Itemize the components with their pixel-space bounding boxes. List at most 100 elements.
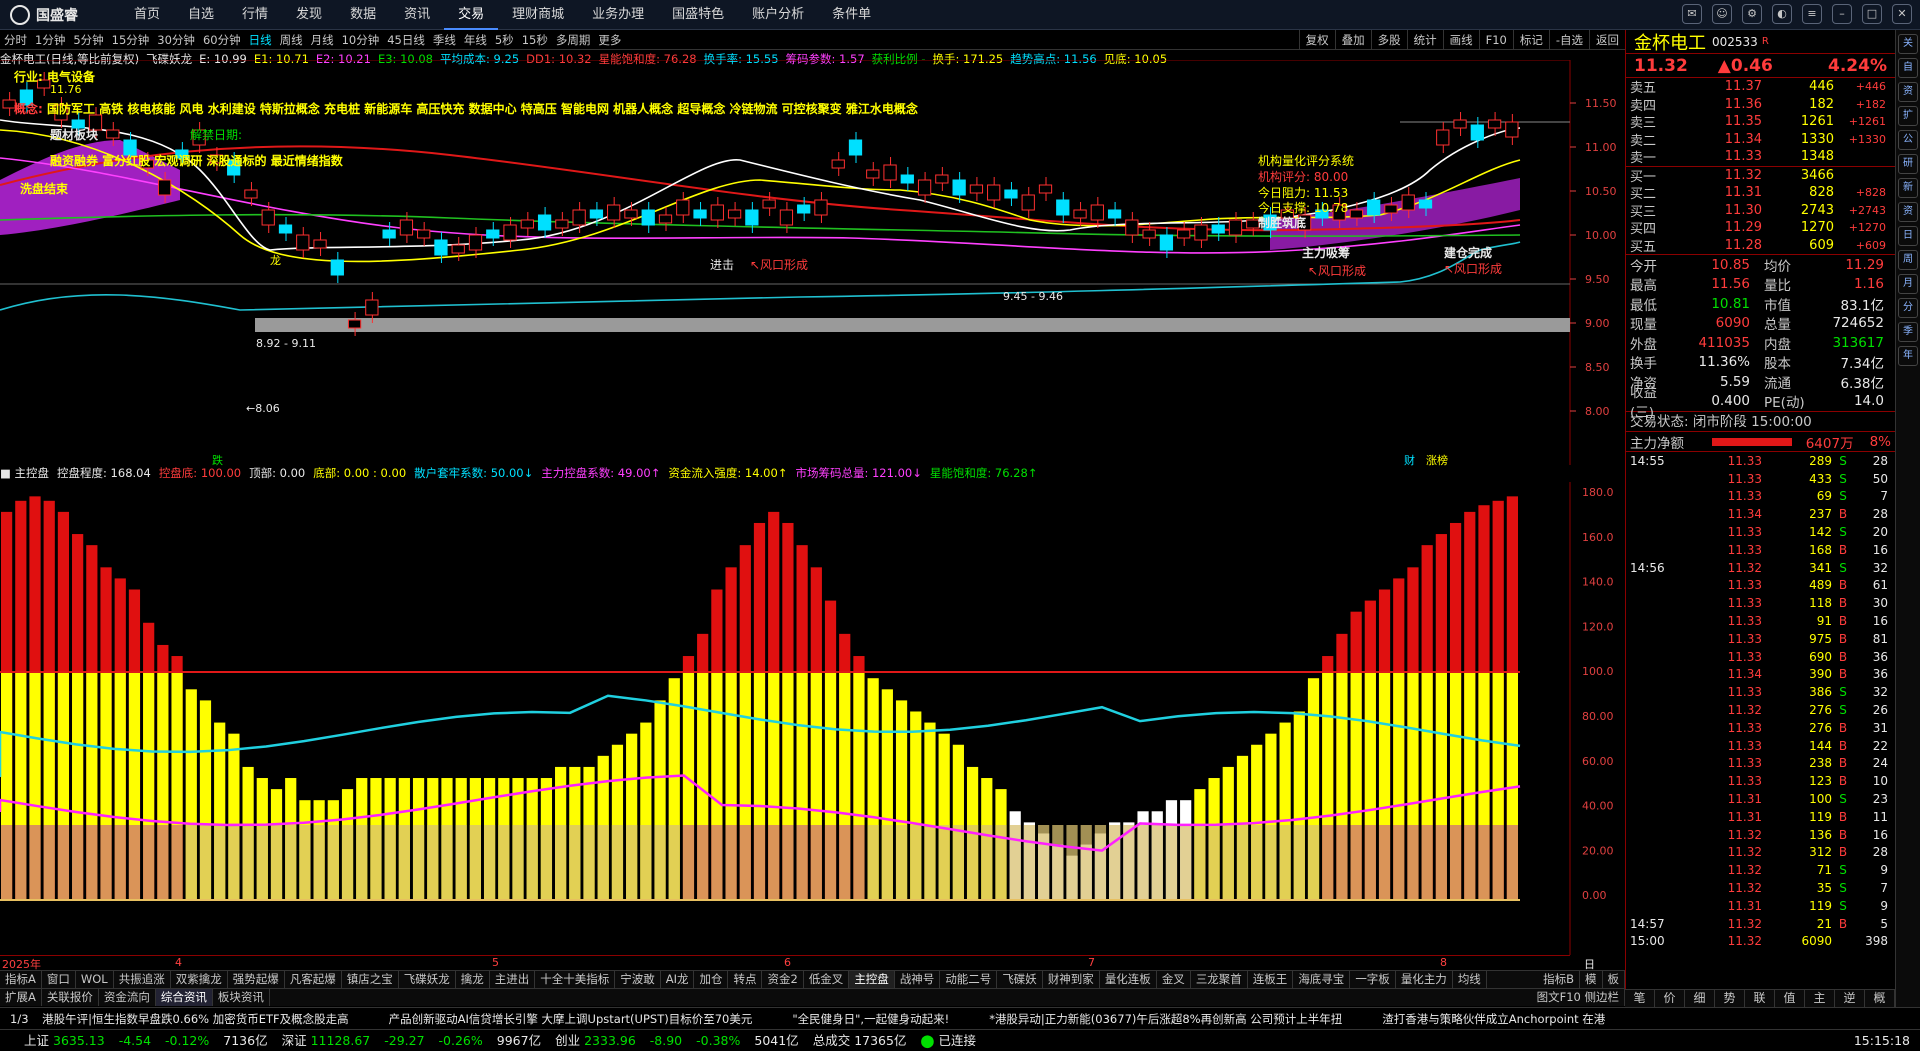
indicator-tab[interactable]: 主进出 [490, 971, 536, 988]
detail-tab[interactable]: 主 [1805, 990, 1835, 1007]
period-tab[interactable]: 30分钟 [153, 32, 199, 48]
info-tab[interactable]: 扩展A [0, 989, 42, 1006]
indicator-tab[interactable]: 量化连板 [1100, 971, 1157, 988]
sz-index[interactable]: 深证 11128.67 [282, 1030, 371, 1050]
period-tab[interactable]: 10分钟 [338, 32, 384, 48]
chart-tool-button[interactable]: 返回 [1589, 30, 1625, 50]
sidebar-5-icon[interactable]: 研 [1898, 154, 1918, 174]
chart-tool-button[interactable]: 统计 [1406, 30, 1443, 50]
chart-tool-button[interactable]: 叠加 [1334, 30, 1371, 50]
indicator-tab-right[interactable]: 模 [1580, 971, 1603, 988]
chart-tool-button[interactable]: 复权 [1298, 30, 1335, 50]
period-tab[interactable]: 5秒 [491, 32, 518, 48]
menu-item[interactable]: 理财商城 [498, 0, 578, 30]
detail-tab[interactable]: 逆 [1835, 990, 1865, 1007]
chart-tool-button[interactable]: 多股 [1370, 30, 1407, 50]
ticker-item[interactable]: 港股午评|恒生指数早盘跌0.66% 加密货币ETF及概念股走高 [42, 1012, 348, 1026]
sidebar-6-icon[interactable]: 新 [1898, 178, 1918, 198]
menu-item[interactable]: 行情 [228, 0, 282, 30]
menu-item[interactable]: 自选 [174, 0, 228, 30]
sidebar-9-icon[interactable]: 周 [1898, 250, 1918, 270]
maximize-icon[interactable]: □ [1862, 4, 1882, 24]
info-tab[interactable]: 综合资讯 [155, 989, 213, 1006]
indicator-tab[interactable]: 飞碟妖 [997, 971, 1043, 988]
period-tab[interactable]: 季线 [429, 32, 460, 48]
indicator-tab[interactable]: 一字板 [1350, 971, 1396, 988]
settings-icon[interactable]: ⚙ [1742, 4, 1762, 24]
indicator-tab[interactable]: 资金2 [762, 971, 804, 988]
indicator-tab[interactable]: 镇店之宝 [342, 971, 399, 988]
indicator-tab[interactable]: WOL [76, 971, 114, 988]
indicator-tab[interactable]: 擒龙 [456, 971, 490, 988]
indicator-tab[interactable]: 凡客起爆 [285, 971, 342, 988]
info-tab[interactable]: 关联报价 [42, 989, 99, 1006]
indicator-tab[interactable]: 加仓 [694, 971, 729, 988]
indicator-tab[interactable]: 双紫擒龙 [171, 971, 228, 988]
indicator-tab[interactable]: 低金叉 [804, 971, 850, 988]
info-tab[interactable]: 板块资讯 [213, 989, 270, 1006]
period-tab[interactable]: 15秒 [518, 32, 552, 48]
indicator-tab[interactable]: 动能二号 [940, 971, 998, 988]
sidebar-13-icon[interactable]: 年 [1898, 346, 1918, 366]
indicator-tab[interactable]: 海底寻宝 [1293, 971, 1351, 988]
sidebar-0-icon[interactable]: 关 [1898, 34, 1918, 54]
indicator-tab[interactable]: 转点 [728, 971, 763, 988]
indicator-tab-right[interactable]: 板 [1603, 971, 1625, 988]
chart-tool-button[interactable]: 画线 [1442, 30, 1479, 50]
menu-item[interactable]: 资讯 [390, 0, 444, 30]
user-icon[interactable]: ☺ [1712, 4, 1732, 24]
detail-tab[interactable]: 价 [1655, 990, 1685, 1007]
control-indicator-chart[interactable]: 180.0 160.0 140.0 120.0 100.0 80.00 60.00 40.00… [0, 482, 1625, 955]
sidebar-8-icon[interactable]: 日 [1898, 226, 1918, 246]
indicator-tab[interactable]: 金叉 [1157, 971, 1191, 988]
ticker-item[interactable]: 产品创新驱动AI信贷增长引擎 大摩上调Upstart(UPST)目标价至70美元 [389, 1012, 753, 1026]
sidebar-4-icon[interactable]: 公 [1898, 130, 1918, 150]
menu-item[interactable]: 数据 [336, 0, 390, 30]
period-tab[interactable]: 15分钟 [108, 32, 154, 48]
indicator-tab[interactable]: 财神到家 [1043, 971, 1100, 988]
ticker-item[interactable]: *港股异动|正力新能(03677)午后涨超8%再创新高 公司预计上半年扭 [989, 1012, 1342, 1026]
side-toggle[interactable]: 图文F10 侧边栏 [1532, 989, 1625, 1006]
detail-tab[interactable]: 细 [1685, 990, 1715, 1007]
indicator-tab[interactable]: 三龙聚首 [1191, 971, 1248, 988]
menu-item[interactable]: 交易 [444, 0, 499, 30]
indicator-tab-right[interactable]: 指标B [1538, 971, 1580, 988]
indicator-tab[interactable]: 连板王 [1248, 971, 1294, 988]
indicator-tab[interactable]: 量化主力 [1396, 971, 1453, 988]
indicator-tab[interactable]: 主控盘 [849, 971, 895, 988]
menu-item[interactable]: 国盛特色 [658, 0, 738, 30]
candlestick-chart[interactable]: 11.50 11.00 10.50 10.00 9.50 9.00 8.50 8.00 [0, 60, 1625, 465]
menu-icon[interactable]: ≡ [1802, 4, 1822, 24]
period-tab[interactable]: 月线 [307, 32, 338, 48]
tick-list[interactable]: 14:55 11.33 289 S 28 11.33 433 S 50 11.33 69 S 7 11.3… [1626, 451, 1895, 950]
indicator-tab[interactable]: 窗口 [42, 971, 76, 988]
sidebar-11-icon[interactable]: 分 [1898, 298, 1918, 318]
period-tab[interactable]: 60分钟 [199, 32, 245, 48]
indicator-tab[interactable]: 指标A [0, 971, 42, 988]
detail-tab[interactable]: 势 [1715, 990, 1745, 1007]
sidebar-12-icon[interactable]: 季 [1898, 322, 1918, 342]
menu-item[interactable]: 首页 [120, 0, 174, 30]
period-tab[interactable]: 5分钟 [69, 32, 107, 48]
chart-tool-button[interactable]: F10 [1478, 30, 1513, 50]
indicator-tab[interactable]: 共振追涨 [114, 971, 171, 988]
app-logo[interactable]: 国盛睿 [0, 0, 120, 30]
sidebar-3-icon[interactable]: 扩 [1898, 106, 1918, 126]
detail-tab[interactable]: 联 [1745, 990, 1775, 1007]
period-tab[interactable]: 45日线 [383, 32, 429, 48]
period-tab[interactable]: 多周期 [552, 32, 595, 48]
menu-item[interactable]: 业务办理 [578, 0, 658, 30]
info-tab[interactable]: 资金流向 [99, 989, 156, 1006]
news-ticker[interactable]: 1/3 港股午评|恒生指数早盘跌0.66% 加密货币ETF及概念股走高 产品创新驱… [0, 1007, 1920, 1029]
detail-tab[interactable]: 值 [1775, 990, 1805, 1007]
menu-item[interactable]: 发现 [282, 0, 336, 30]
period-tab[interactable]: 分时 [0, 32, 31, 48]
close-icon[interactable]: ✕ [1892, 4, 1912, 24]
skin-icon[interactable]: ◐ [1772, 4, 1792, 24]
sidebar-10-icon[interactable]: 月 [1898, 274, 1918, 294]
period-tab[interactable]: 日线 [245, 32, 276, 48]
chart-tool-button[interactable]: 标记 [1512, 30, 1549, 50]
indicator-tab[interactable]: 强势起爆 [228, 971, 285, 988]
ticker-item[interactable]: "全民健身日",一起健身动起来! [792, 1012, 949, 1026]
period-tab[interactable]: 更多 [594, 32, 625, 48]
